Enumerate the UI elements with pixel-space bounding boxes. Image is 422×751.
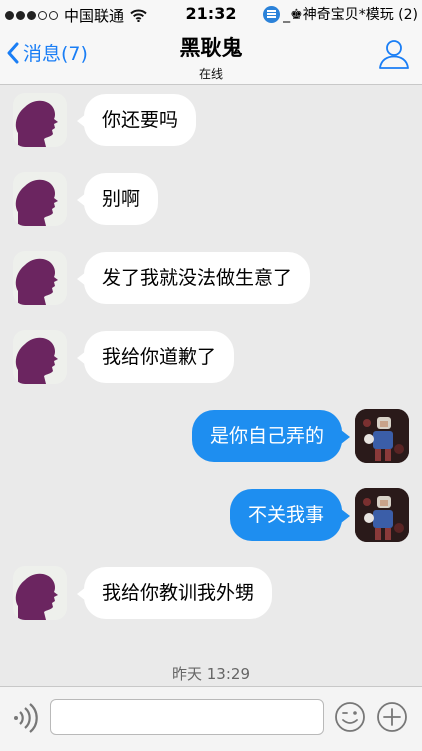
person-icon xyxy=(379,40,409,69)
contact-avatar[interactable] xyxy=(13,330,67,384)
more-button[interactable] xyxy=(376,701,408,737)
input-bar xyxy=(0,686,422,751)
message-bubble-sent[interactable]: 不关我事 xyxy=(229,489,351,541)
title-block: 黑耿鬼 在线 xyxy=(0,32,422,82)
notification-text: _♚神奇宝贝*模玩 (2) xyxy=(283,7,418,23)
message-bubble-sent[interactable]: 是你自己弄的 xyxy=(191,410,351,462)
profile-button[interactable] xyxy=(378,38,410,74)
status-left: 中国联通 xyxy=(5,5,147,26)
voice-button[interactable] xyxy=(12,703,38,737)
message-input[interactable] xyxy=(50,699,324,735)
silhouette-avatar-image xyxy=(15,573,58,620)
silhouette-avatar-image xyxy=(15,337,58,384)
silhouette-avatar-image xyxy=(15,258,58,305)
online-status: 在线 xyxy=(198,67,223,81)
wifi-icon xyxy=(130,9,147,22)
toy-figure-avatar-image xyxy=(355,488,409,542)
message-bubble-received[interactable]: 我给你道歉了 xyxy=(76,331,235,383)
status-bar: 中国联通 21:32 _♚神奇宝贝*模玩 (2) xyxy=(0,0,422,26)
message-bubble-received[interactable]: 我给你教训我外甥 xyxy=(76,567,273,619)
plus-icon xyxy=(377,702,407,732)
contact-avatar[interactable] xyxy=(13,93,67,147)
voice-icon xyxy=(14,703,38,733)
my-avatar[interactable] xyxy=(355,488,409,542)
message-timestamp: 昨天 13:29 xyxy=(172,665,250,683)
my-avatar[interactable] xyxy=(355,409,409,463)
toy-figure-avatar-image xyxy=(355,409,409,463)
emoji-icon xyxy=(335,702,365,732)
status-right: _♚神奇宝贝*模玩 (2) xyxy=(263,4,418,24)
message-notification-icon xyxy=(263,5,281,23)
signal-strength-icon xyxy=(5,11,58,20)
contact-avatar[interactable] xyxy=(13,251,67,305)
message-bubble-received[interactable]: 别啊 xyxy=(76,173,159,225)
message-bubble-received[interactable]: 发了我就没法做生意了 xyxy=(76,252,311,304)
message-bubble-received[interactable]: 你还要吗 xyxy=(76,94,197,146)
silhouette-avatar-image xyxy=(15,100,58,147)
emoji-button[interactable] xyxy=(334,701,366,737)
navigation-bar: 消息(7) 黑耿鬼 在线 xyxy=(0,26,422,85)
silhouette-avatar-image xyxy=(15,179,58,226)
contact-avatar[interactable] xyxy=(13,566,67,620)
carrier-name: 中国联通 xyxy=(64,7,125,25)
contact-name: 黑耿鬼 xyxy=(179,36,243,60)
contact-avatar[interactable] xyxy=(13,172,67,226)
chat-area[interactable]: 你还要吗 别啊 发了我就没法做生意了 我给你道歉了 是你自己弄的 不关我事 我给… xyxy=(0,85,422,685)
